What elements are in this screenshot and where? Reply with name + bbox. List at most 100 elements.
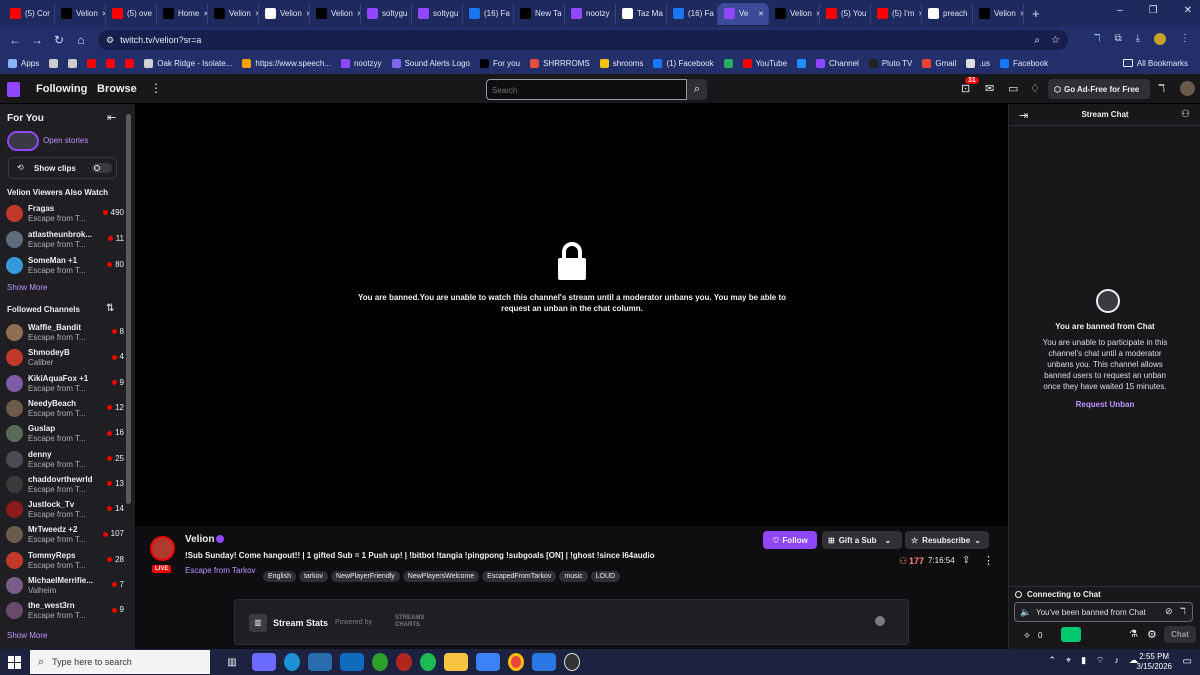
share-icon[interactable]: ⇪	[962, 555, 970, 566]
bookmark-item[interactable]: Apps	[8, 58, 39, 68]
location-icon[interactable]: ⌖	[1066, 655, 1071, 666]
search-button[interactable]: ⌕	[687, 79, 707, 100]
extension-t-icon[interactable]: ℸ	[1158, 82, 1165, 95]
bookmark-item[interactable]	[49, 58, 59, 68]
browser-tab[interactable]: Velion✕	[310, 2, 361, 25]
bookmark-item[interactable]: https://www.speech...	[242, 58, 331, 68]
bookmark-item[interactable]	[106, 58, 116, 68]
profile-avatar[interactable]	[1154, 33, 1166, 45]
crown-icon[interactable]: ♢	[1030, 82, 1040, 95]
bookmark-item[interactable]	[68, 58, 78, 68]
copilot-icon[interactable]	[252, 653, 276, 671]
toggle-switch[interactable]	[92, 163, 112, 173]
bluestacks-icon[interactable]	[476, 653, 500, 671]
browser-tab[interactable]: (5) Cor✕	[4, 2, 55, 25]
sidebar-channel[interactable]: chaddovrthewrld Escape from T... 13	[6, 474, 124, 498]
clock[interactable]: 2:55 PM 3/15/2026	[1136, 652, 1172, 672]
taskbar-search[interactable]: ⌕ Type here to search	[30, 650, 210, 674]
follow-button[interactable]: ♡ Follow	[763, 531, 817, 549]
new-tab-button[interactable]: +	[1032, 6, 1040, 21]
browser-tab[interactable]: (5) You✕	[820, 2, 871, 25]
ctfmon-icon[interactable]	[396, 653, 412, 671]
show-more-button[interactable]: Show More	[7, 283, 47, 292]
stories-avatar[interactable]	[7, 131, 39, 151]
close-window-icon[interactable]: ✕	[1184, 5, 1192, 16]
windows-start-icon[interactable]	[0, 655, 28, 669]
stream-tag[interactable]: EscapedFromTarkov	[482, 571, 557, 582]
browser-tab[interactable]: (16) Fa✕	[463, 2, 514, 25]
emote-icon[interactable]: ⊘	[1165, 606, 1173, 617]
following-link[interactable]: Following	[36, 83, 87, 95]
chrome-icon[interactable]	[508, 653, 524, 671]
bookmark-item[interactable]: Sound Alerts Logo	[391, 58, 470, 68]
reload-icon[interactable]: ↻	[48, 33, 70, 47]
show-clips-toggle[interactable]: ⟲ Show clips	[8, 157, 117, 179]
users-icon[interactable]: ⚇	[1181, 109, 1190, 120]
bookmark-item[interactable]: Pluto TV	[868, 58, 912, 68]
outlook-icon[interactable]	[340, 653, 364, 671]
stream-tag[interactable]: tarkov	[298, 571, 329, 582]
browser-tab[interactable]: Velion✕	[259, 2, 310, 25]
chat-send-button[interactable]: Chat	[1164, 626, 1196, 643]
all-bookmarks[interactable]: All Bookmarks	[1122, 59, 1188, 68]
collapse-sidebar-icon[interactable]: ⇤	[107, 111, 116, 124]
browser-tab[interactable]: Velion✕	[208, 2, 259, 25]
notifications-icon[interactable]: ▭	[1183, 656, 1192, 667]
bookmark-item[interactable]: Channel	[816, 58, 859, 68]
sidebar-channel[interactable]: MrTweedz +2 Escape from T... 107	[6, 524, 124, 548]
bookmark-item[interactable]: Oak Ridge - Isolate...	[144, 58, 232, 68]
extension-icon[interactable]: ℸ	[1094, 33, 1100, 45]
sidebar-channel[interactable]: TommyReps Escape from T... 28	[6, 550, 124, 574]
bookmark-item[interactable]: (1) Facebook	[653, 58, 714, 68]
browser-tab[interactable]: Ve ✕	[718, 2, 769, 25]
stream-stats-panel[interactable]: ▥ Stream Stats Powered by STREAMS CHARTS	[234, 599, 909, 645]
show-more-followed-button[interactable]: Show More	[7, 631, 47, 640]
sidebar-channel[interactable]: SomeMan +1 Escape from T... 80	[6, 255, 124, 279]
bookmark-item[interactable]	[87, 58, 97, 68]
browser-tab[interactable]: (5) ove✕	[106, 2, 157, 25]
channel-points-icon[interactable]: ⟡	[1024, 630, 1030, 641]
bookmark-item[interactable]: .us	[966, 58, 990, 68]
sort-icon[interactable]: ⇅	[106, 303, 114, 314]
browser-tab[interactable]: (5) I'm✕	[871, 2, 922, 25]
bits-button[interactable]	[1061, 627, 1081, 642]
sidebar-channel[interactable]: Waffle_Bandit Escape from T... 8	[6, 322, 124, 346]
minimize-icon[interactable]: –	[1117, 5, 1123, 16]
request-unban-link[interactable]: Request Unban	[1009, 400, 1200, 409]
volume-icon[interactable]: ♪	[1115, 655, 1120, 666]
chat-bubble-icon[interactable]: ▭	[1008, 82, 1018, 95]
bookmark-item[interactable]: YouTube	[742, 58, 787, 68]
chevron-up-icon[interactable]: ⌃	[1048, 655, 1056, 666]
browser-tab[interactable]: Velion✕	[769, 2, 820, 25]
microphone-icon[interactable]: ▮	[1081, 655, 1086, 666]
file-explorer-icon[interactable]	[444, 653, 468, 671]
twitch-logo-icon[interactable]	[7, 82, 20, 97]
search-box[interactable]	[486, 79, 687, 100]
bookmark-item[interactable]: For you	[479, 58, 520, 68]
sidebar-scrollbar[interactable]	[126, 114, 131, 504]
address-bar[interactable]: ⚙ twitch.tv/velion?sr=a ⌕ ☆	[98, 30, 1068, 50]
task-view-icon[interactable]: ▥	[220, 653, 244, 671]
settings-gear-icon[interactable]: ⚙	[1147, 628, 1157, 641]
wifi-icon[interactable]: ⌔	[1096, 655, 1104, 666]
browser-tab[interactable]: soltygu✕	[412, 2, 463, 25]
stream-tag[interactable]: LOUD	[590, 571, 621, 582]
stream-tag[interactable]: NewPlayersWelcome	[402, 571, 480, 582]
stream-tag[interactable]: English	[263, 571, 296, 582]
media-player-icon[interactable]	[532, 653, 556, 671]
puzzle-icon[interactable]: ⧉	[1114, 33, 1121, 45]
browser-tab[interactable]: (16) Fa✕	[667, 2, 718, 25]
sidebar-channel[interactable]: Guslap Escape from T... 16	[6, 423, 124, 447]
prediction-icon[interactable]: ⚗	[1129, 629, 1138, 640]
menu-dots-icon[interactable]: ⋮	[1180, 33, 1190, 45]
browser-tab[interactable]: Velion✕	[973, 2, 1024, 25]
bookmark-item[interactable]: Facebook	[999, 58, 1048, 68]
stream-tag[interactable]: NewPlayerFriendly	[331, 571, 400, 582]
store-icon[interactable]	[308, 653, 332, 671]
restore-icon[interactable]: ❐	[1149, 5, 1158, 16]
sidebar-channel[interactable]: MichaelMerrifie... Valheim 7	[6, 575, 124, 599]
edge-icon[interactable]	[284, 653, 300, 671]
browser-tab[interactable]: nootzy✕	[565, 2, 616, 25]
sidebar-channel[interactable]: Fragas Escape from T... 490	[6, 203, 124, 227]
game-link[interactable]: Escape from Tarkov	[185, 566, 256, 575]
